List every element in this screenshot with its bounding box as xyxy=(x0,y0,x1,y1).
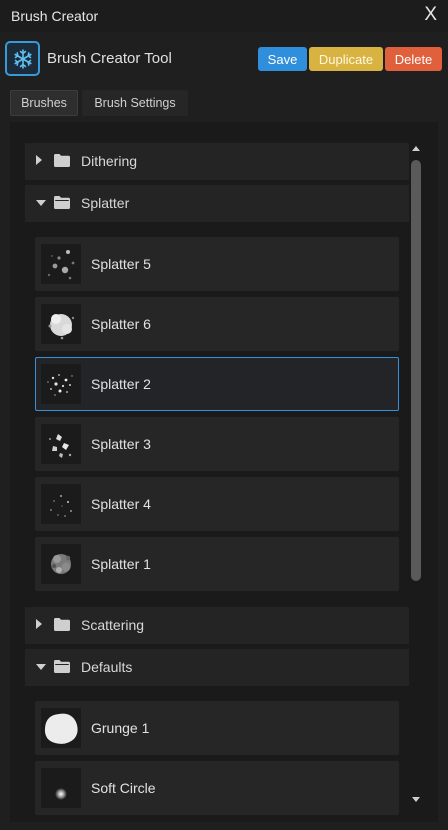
snowflake-icon xyxy=(5,41,40,76)
brush-thumbnail xyxy=(41,424,81,464)
brush-item-splatter-1[interactable]: Splatter 1 xyxy=(35,537,399,591)
chevron-down-icon xyxy=(36,200,46,206)
chevron-right-icon xyxy=(36,155,42,165)
brush-item-soft-circle[interactable]: Soft Circle xyxy=(35,761,399,815)
brush-thumbnail xyxy=(41,244,81,284)
brush-thumbnail xyxy=(41,708,81,748)
brush-list-panel: Dithering Splatter Splatter 5 Splatter 6 xyxy=(10,122,438,822)
folder-scattering[interactable]: Scattering xyxy=(25,607,409,644)
brush-item-splatter-5[interactable]: Splatter 5 xyxy=(35,237,399,291)
window-title: Brush Creator xyxy=(11,8,99,24)
brush-thumbnail xyxy=(41,364,81,404)
scroll-up-icon[interactable] xyxy=(412,146,420,151)
folder-name: Splatter xyxy=(81,195,130,211)
brush-item-grunge-1[interactable]: Grunge 1 xyxy=(35,701,399,755)
app-title: Brush Creator Tool xyxy=(47,50,172,67)
brush-name: Splatter 5 xyxy=(91,256,151,272)
brush-name: Splatter 6 xyxy=(91,316,151,332)
brush-name: Soft Circle xyxy=(91,780,156,796)
folder-defaults[interactable]: Defaults xyxy=(25,649,409,686)
brush-thumbnail xyxy=(41,304,81,344)
brush-item-splatter-6[interactable]: Splatter 6 xyxy=(35,297,399,351)
title-bar: Brush Creator X xyxy=(0,0,448,32)
header: Brush Creator Tool Save Duplicate Delete xyxy=(0,34,448,84)
tab-brushes[interactable]: Brushes xyxy=(10,90,78,116)
brush-thumbnail xyxy=(41,544,81,584)
folder-open-icon xyxy=(54,660,70,673)
brush-thumbnail xyxy=(41,484,81,524)
save-button[interactable]: Save xyxy=(258,47,307,71)
brush-thumbnail xyxy=(41,768,81,808)
folder-name: Dithering xyxy=(81,153,138,169)
tab-brush-settings[interactable]: Brush Settings xyxy=(82,90,188,116)
folder-open-icon xyxy=(54,196,70,209)
scroll-down-icon[interactable] xyxy=(412,797,420,802)
delete-button[interactable]: Delete xyxy=(385,47,442,71)
chevron-right-icon xyxy=(36,619,42,629)
folder-icon xyxy=(54,154,70,167)
folder-dithering[interactable]: Dithering xyxy=(25,143,409,180)
brush-name: Splatter 3 xyxy=(91,436,151,452)
scrollbar-thumb[interactable] xyxy=(411,160,421,581)
brush-item-splatter-2[interactable]: Splatter 2 xyxy=(35,357,399,411)
brush-name: Grunge 1 xyxy=(91,720,150,736)
brush-item-splatter-3[interactable]: Splatter 3 xyxy=(35,417,399,471)
duplicate-button[interactable]: Duplicate xyxy=(309,47,383,71)
close-button[interactable]: X xyxy=(424,4,437,26)
folder-name: Scattering xyxy=(81,617,145,633)
scrollbar[interactable] xyxy=(410,146,424,802)
chevron-down-icon xyxy=(36,664,46,670)
brush-name: Splatter 1 xyxy=(91,556,151,572)
brush-name: Splatter 2 xyxy=(91,376,151,392)
brush-name: Splatter 4 xyxy=(91,496,151,512)
brush-item-splatter-4[interactable]: Splatter 4 xyxy=(35,477,399,531)
folder-icon xyxy=(54,618,70,631)
folder-name: Defaults xyxy=(81,659,133,675)
folder-splatter[interactable]: Splatter xyxy=(25,185,409,222)
